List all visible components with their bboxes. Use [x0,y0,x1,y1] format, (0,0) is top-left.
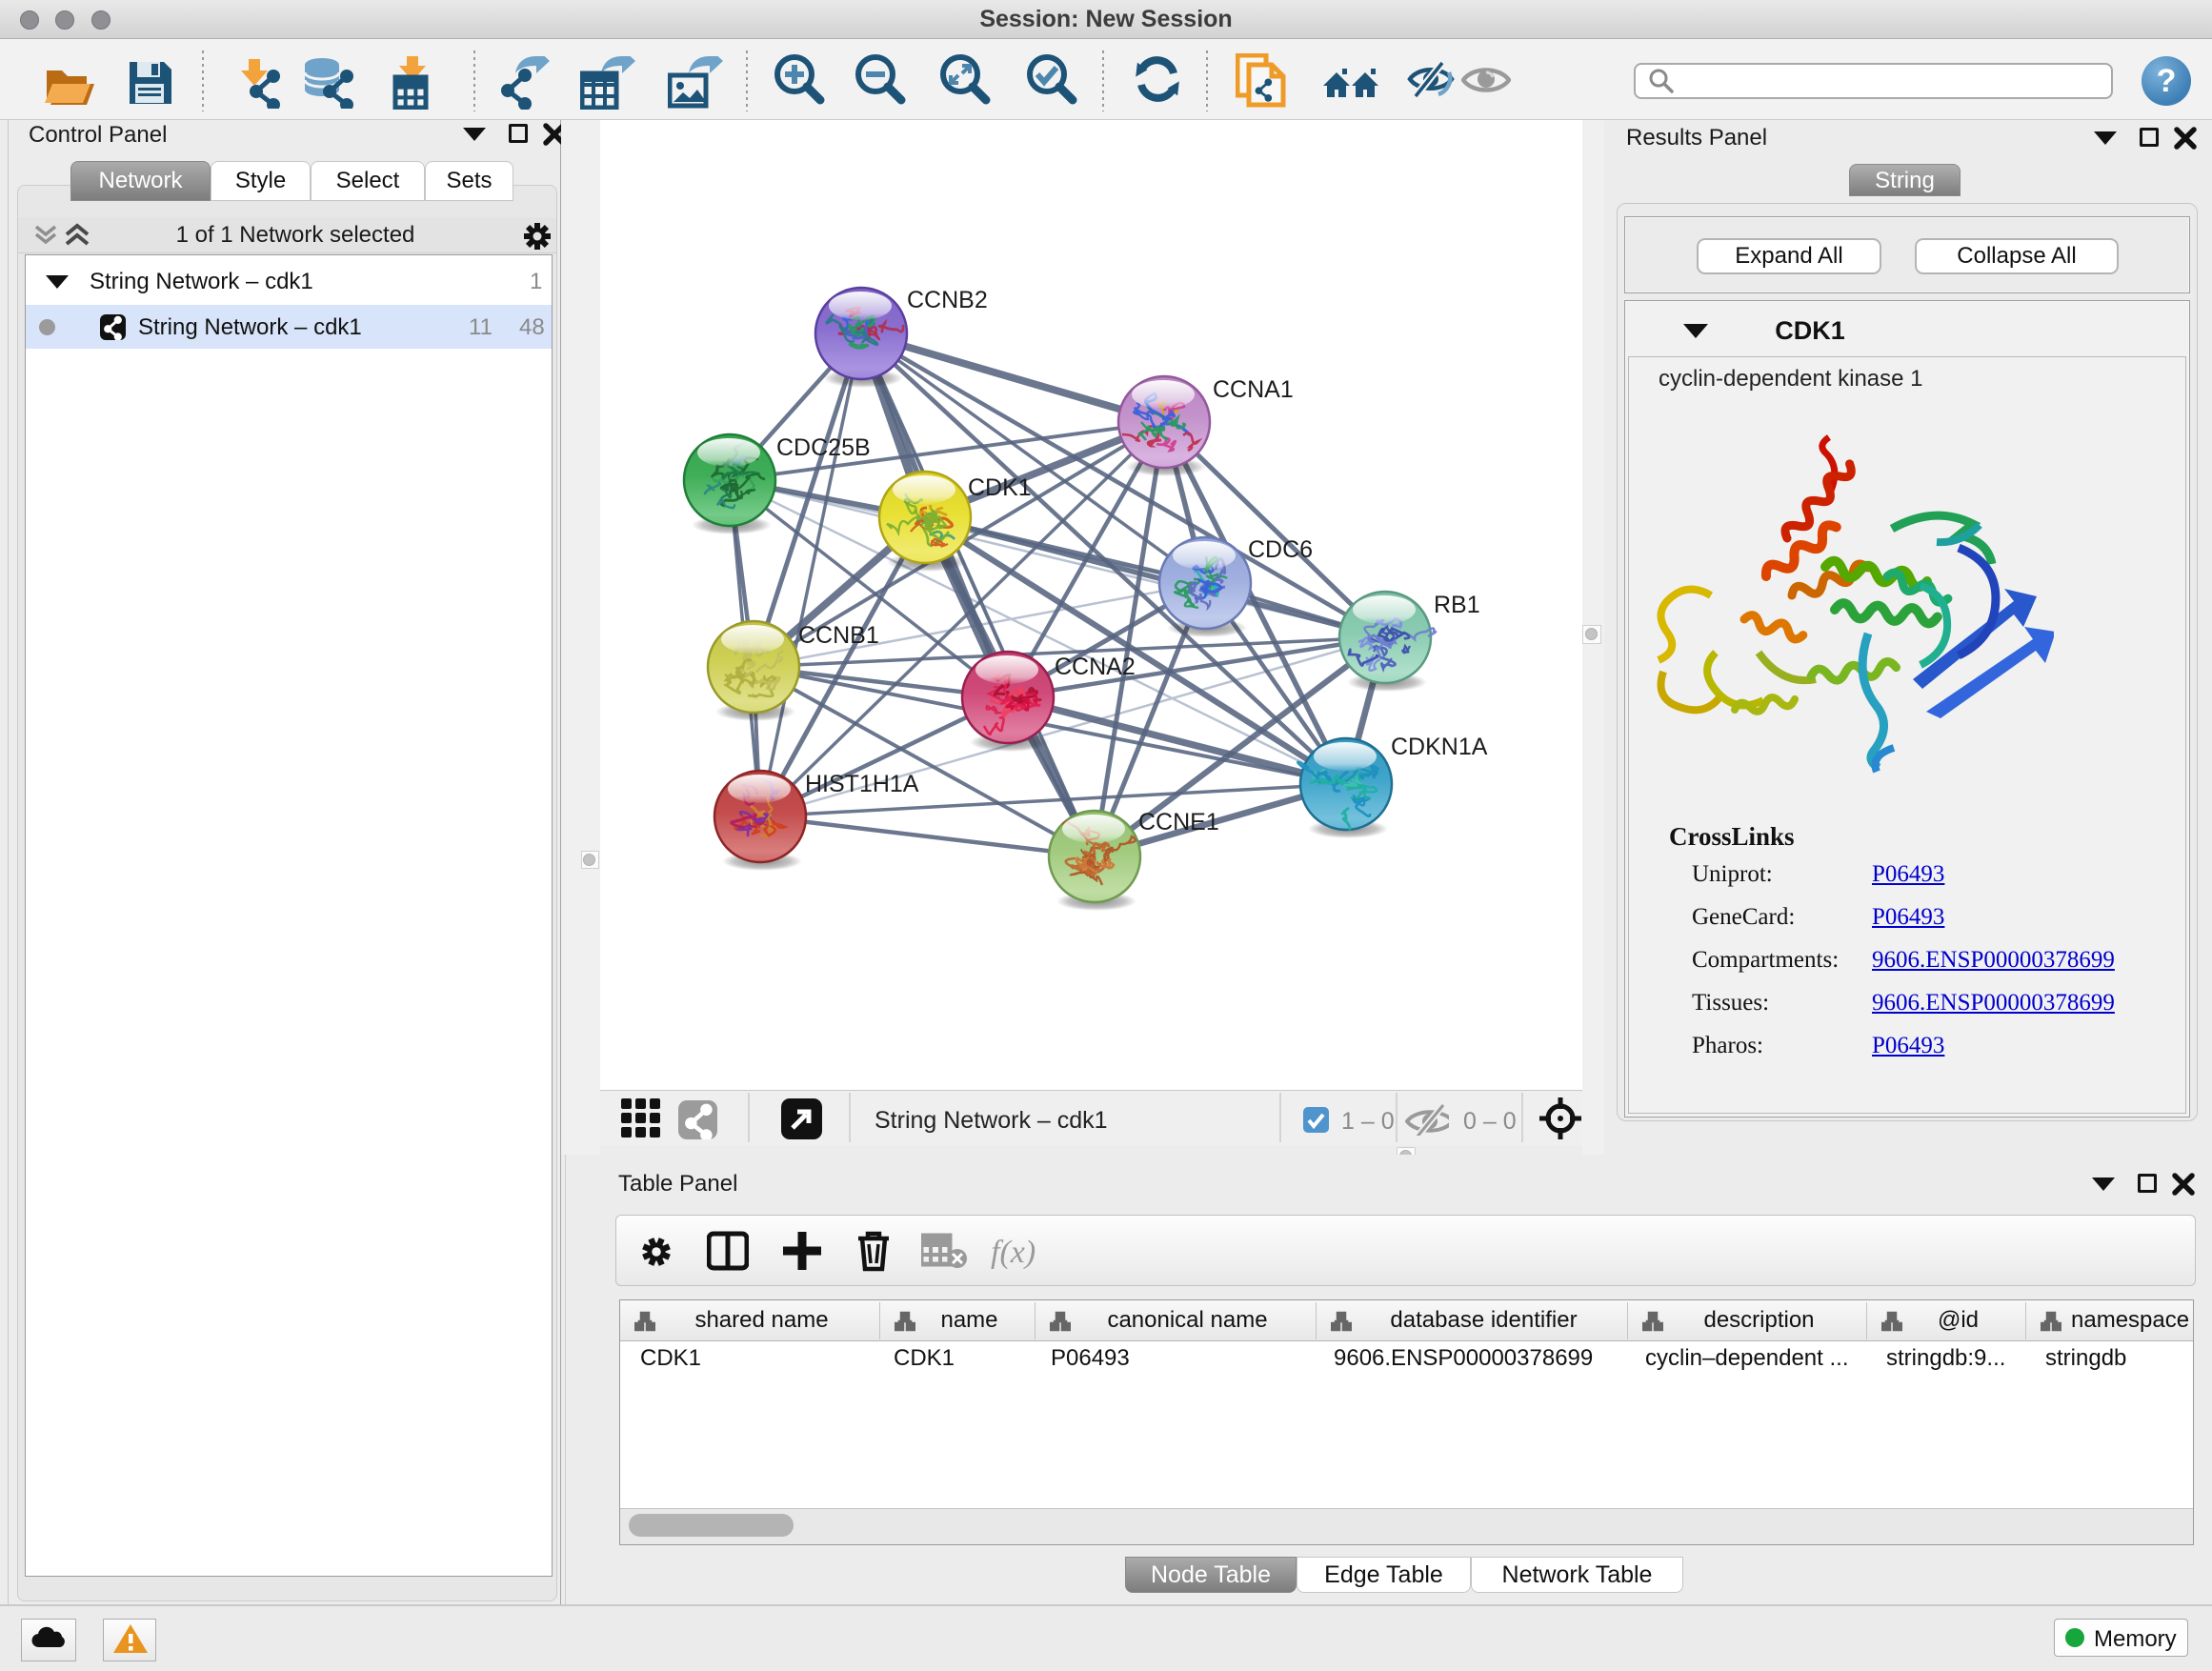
svg-text:CDKN1A: CDKN1A [1391,734,1488,760]
svg-text:CDC25B: CDC25B [776,434,871,461]
svg-text:CDC6: CDC6 [1248,536,1313,563]
svg-text:CCNA1: CCNA1 [1213,376,1294,403]
svg-text:CCNA2: CCNA2 [1055,654,1136,680]
svg-text:RB1: RB1 [1434,592,1480,618]
svg-text:CCNE1: CCNE1 [1138,809,1219,836]
svg-text:CCNB2: CCNB2 [907,287,988,313]
svg-text:HIST1H1A: HIST1H1A [805,771,919,797]
svg-text:CDK1: CDK1 [968,474,1032,501]
svg-text:CCNB1: CCNB1 [798,622,879,649]
